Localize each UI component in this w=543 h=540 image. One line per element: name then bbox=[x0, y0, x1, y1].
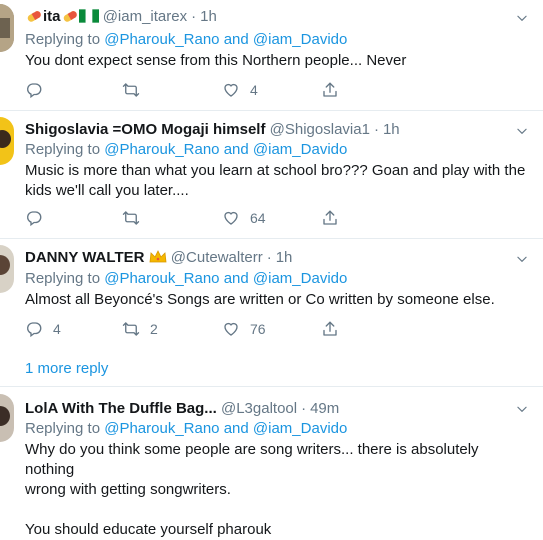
author-handle[interactable]: @iam_itarex bbox=[103, 8, 187, 25]
timestamp[interactable]: 1h bbox=[383, 121, 400, 138]
retweet-count: 2 bbox=[150, 321, 158, 337]
tweet-1[interactable]: ita @iam_itarex · 1h Replying to @Pharouk_… bbox=[0, 0, 543, 110]
reply-icon bbox=[25, 320, 43, 338]
tweet-text: Almost all Beyoncé's Songs are written o… bbox=[25, 291, 495, 308]
tweet-4[interactable]: LolA With The Duffle Bag... @L3galtool · 4… bbox=[0, 387, 543, 538]
retweet-button[interactable] bbox=[122, 208, 150, 228]
mention-link[interactable]: @iam_Davido bbox=[253, 31, 347, 48]
author-handle[interactable]: @Cutewalterr bbox=[171, 249, 263, 266]
like-count: 64 bbox=[250, 210, 266, 226]
chevron-down-icon[interactable] bbox=[515, 11, 529, 25]
tweet-actions: 4 bbox=[25, 80, 445, 100]
like-button[interactable]: 4 bbox=[222, 80, 258, 100]
tweet-actions: 4 2 76 bbox=[25, 319, 445, 339]
tweet-header: DANNY WALTER @Cutewalterr · 1h bbox=[25, 248, 292, 270]
author-name[interactable]: DANNY WALTER bbox=[25, 249, 144, 266]
retweet-icon bbox=[122, 81, 140, 99]
mention-link[interactable]: @iam_Davido bbox=[253, 420, 347, 437]
timestamp[interactable]: 49m bbox=[310, 400, 339, 417]
share-icon bbox=[321, 81, 339, 99]
avatar[interactable] bbox=[0, 394, 14, 442]
reply-icon bbox=[25, 209, 43, 227]
like-icon bbox=[222, 81, 240, 99]
crown-icon bbox=[149, 250, 167, 270]
like-button[interactable]: 64 bbox=[222, 208, 266, 228]
mention-link[interactable]: @Pharouk_Rano bbox=[104, 141, 219, 158]
author-name[interactable]: Shigoslavia =OMO Mogaji himself bbox=[25, 121, 265, 138]
mention-link[interactable]: @Pharouk_Rano bbox=[104, 420, 219, 437]
chevron-down-icon[interactable] bbox=[515, 252, 529, 266]
pill-icon bbox=[25, 9, 43, 29]
nigeria-flag-icon bbox=[78, 9, 99, 29]
reply-button[interactable] bbox=[25, 80, 53, 100]
show-more-replies-link[interactable]: 1 more reply bbox=[25, 359, 108, 379]
like-count: 4 bbox=[250, 82, 258, 98]
like-count: 76 bbox=[250, 321, 266, 337]
retweet-icon bbox=[122, 209, 140, 227]
reply-count: 4 bbox=[53, 321, 61, 337]
mention-link[interactable]: @iam_Davido bbox=[253, 270, 347, 287]
timestamp[interactable]: 1h bbox=[200, 8, 217, 25]
mention-link[interactable]: @iam_Davido bbox=[253, 141, 347, 158]
replying-to: Replying to @Pharouk_Rano and @iam_David… bbox=[25, 420, 348, 437]
tweet-actions: 64 bbox=[25, 208, 445, 228]
replying-to: Replying to @Pharouk_Rano and @iam_David… bbox=[25, 141, 348, 158]
share-button[interactable] bbox=[321, 319, 339, 339]
retweet-button[interactable] bbox=[122, 80, 150, 100]
chevron-down-icon[interactable] bbox=[515, 124, 529, 138]
author-name[interactable]: ita bbox=[43, 8, 61, 25]
share-icon bbox=[321, 209, 339, 227]
like-button[interactable]: 76 bbox=[222, 319, 266, 339]
timestamp[interactable]: 1h bbox=[276, 249, 293, 266]
author-name[interactable]: LolA With The Duffle Bag... bbox=[25, 400, 217, 417]
avatar[interactable] bbox=[0, 245, 14, 293]
tweet-header: LolA With The Duffle Bag... @L3galtool · 4… bbox=[25, 400, 340, 417]
share-button[interactable] bbox=[321, 208, 339, 228]
tweet-text: Why do you think some people are song wr… bbox=[25, 441, 479, 538]
retweet-button[interactable]: 2 bbox=[122, 319, 158, 339]
author-handle[interactable]: @L3galtool bbox=[221, 400, 297, 417]
tweet-3[interactable]: DANNY WALTER @Cutewalterr · 1h Replying to… bbox=[0, 239, 543, 347]
tweet-text: Music is more than what you learn at sch… bbox=[25, 162, 526, 199]
tweet-text: You dont expect sense from this Northern… bbox=[25, 52, 407, 69]
reply-button[interactable] bbox=[25, 208, 53, 228]
author-handle[interactable]: @Shigoslavia1 bbox=[270, 121, 370, 138]
chevron-down-icon[interactable] bbox=[515, 402, 529, 416]
avatar[interactable] bbox=[0, 117, 14, 165]
mention-link[interactable]: @Pharouk_Rano bbox=[104, 270, 219, 287]
share-button[interactable] bbox=[321, 80, 339, 100]
share-icon bbox=[321, 320, 339, 338]
mention-link[interactable]: @Pharouk_Rano bbox=[104, 31, 219, 48]
replying-to: Replying to @Pharouk_Rano and @iam_David… bbox=[25, 270, 348, 287]
like-icon bbox=[222, 209, 240, 227]
avatar[interactable] bbox=[0, 4, 14, 52]
tweet-header: Shigoslavia =OMO Mogaji himself @Shigosl… bbox=[25, 121, 400, 138]
retweet-icon bbox=[122, 320, 140, 338]
reply-button[interactable]: 4 bbox=[25, 319, 61, 339]
tweet-header: ita @iam_itarex · 1h bbox=[25, 7, 217, 29]
replying-to: Replying to @Pharouk_Rano and @iam_David… bbox=[25, 31, 348, 48]
tweet-2[interactable]: Shigoslavia =OMO Mogaji himself @Shigosl… bbox=[0, 111, 543, 238]
reply-icon bbox=[25, 81, 43, 99]
like-icon bbox=[222, 320, 240, 338]
pill-icon bbox=[61, 9, 79, 29]
